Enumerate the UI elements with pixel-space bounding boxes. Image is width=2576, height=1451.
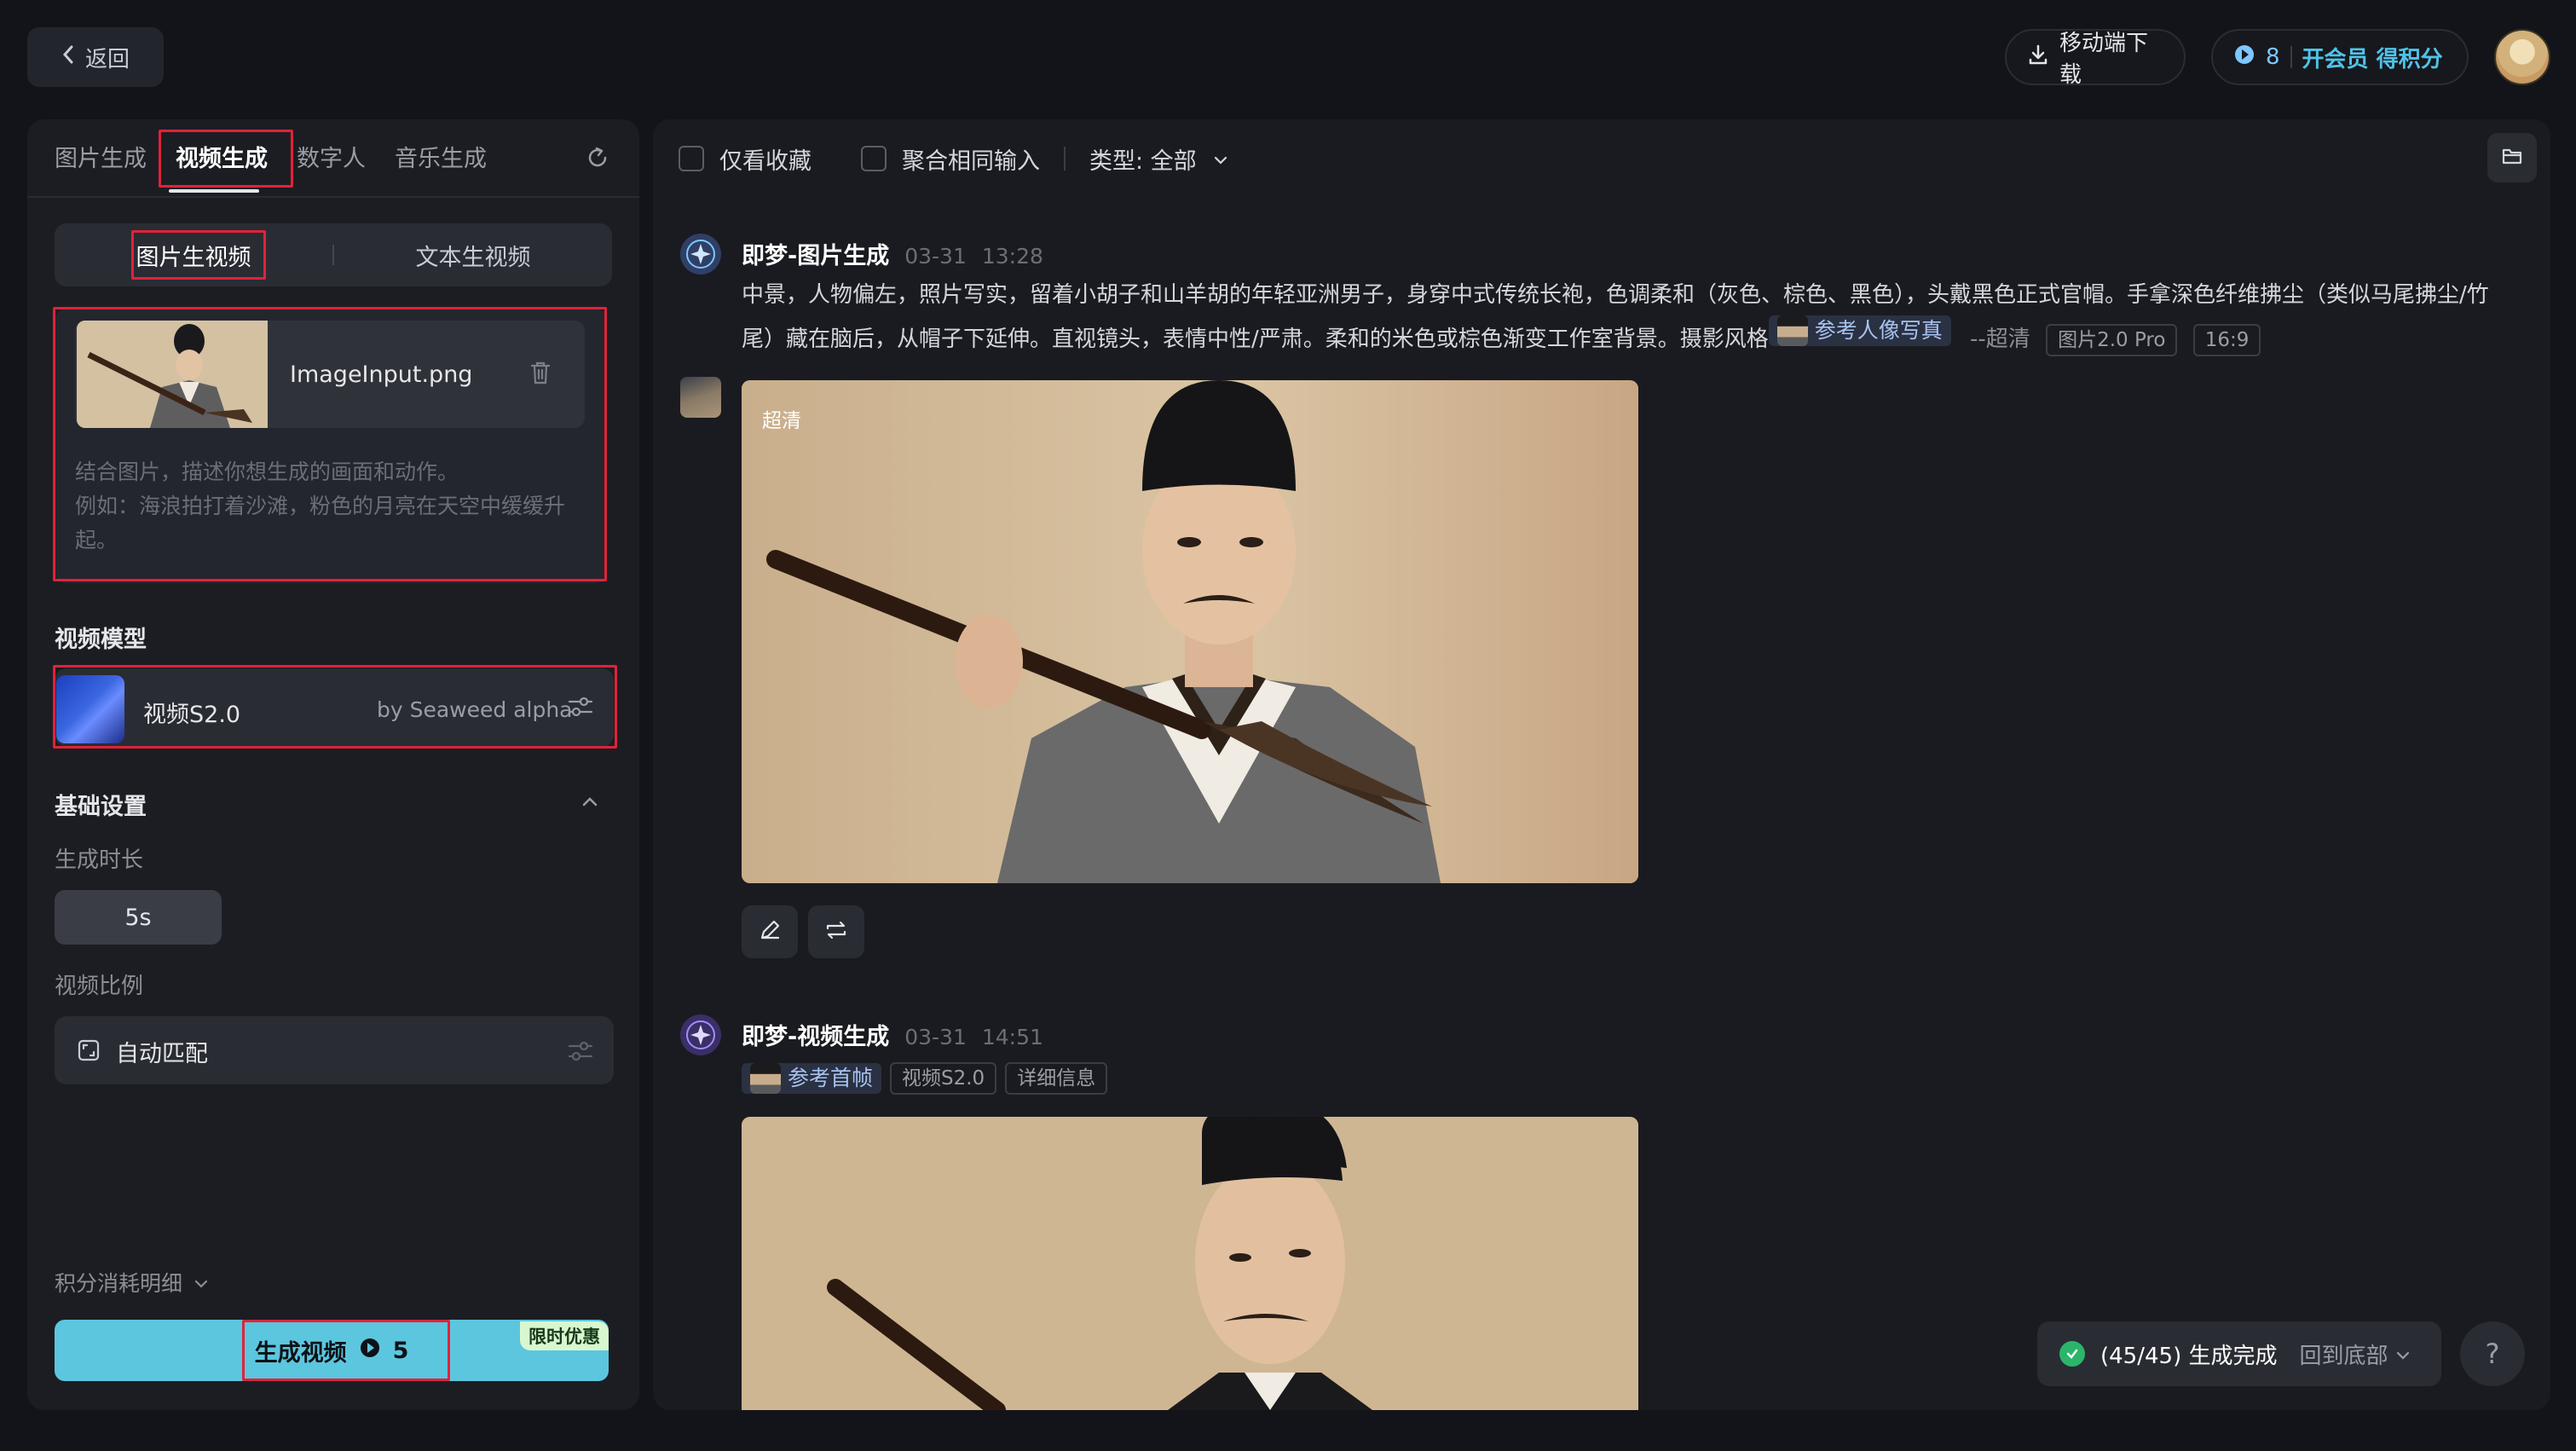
ratio-tag: 16:9	[2192, 324, 2261, 356]
generate-cost: 5	[392, 1337, 409, 1364]
generated-image[interactable]	[742, 380, 1638, 883]
mode-segmented-control: 图片生视频 文本生视频	[55, 223, 612, 286]
generation-status: (45/45) 生成完成	[2100, 1343, 2278, 1369]
filter-bar: 仅看收藏 聚合相同输入 类型: 全部	[679, 142, 1229, 176]
mobile-download-button[interactable]: 移动端下载	[2005, 29, 2186, 88]
edit-button[interactable]	[742, 905, 798, 958]
download-icon	[2027, 43, 2049, 72]
model-name: 视频S2.0	[143, 702, 241, 728]
uploaded-image-thumbnail[interactable]	[77, 321, 268, 428]
message-date: 03-31	[904, 244, 967, 269]
reference-chip-label: 参考人像写真	[1814, 318, 1943, 343]
trash-icon[interactable]	[528, 360, 552, 385]
message-title: 即梦-视频生成	[742, 1024, 890, 1050]
ratio-value: 自动匹配	[116, 1041, 208, 1067]
merge-same-input-label[interactable]: 聚合相同输入	[902, 142, 1040, 176]
uploaded-file-name: ImageInput.png	[290, 361, 473, 388]
quality-flag: --超清	[1970, 327, 2030, 352]
reference-thumbnail	[1776, 315, 1808, 346]
merge-same-input-checkbox[interactable]	[861, 146, 887, 171]
reference-portrait-chip[interactable]: 参考人像写真	[1768, 315, 1951, 346]
points-detail-label: 积分消耗明细	[55, 1271, 183, 1296]
tabs-divider	[27, 196, 639, 198]
points-icon	[2233, 43, 2255, 72]
tab-digital-human[interactable]: 数字人	[297, 140, 366, 177]
scroll-to-bottom-label: 回到底部	[2299, 1343, 2388, 1369]
chevron-down-icon	[193, 1270, 210, 1295]
avatar[interactable]	[2494, 29, 2550, 85]
points-icon	[359, 1337, 381, 1365]
message-header: 即梦-图片生成 03-31 13:28	[742, 237, 1043, 270]
prompt-hint-line1: 结合图片，描述你想生成的画面和动作。	[75, 460, 459, 484]
favorites-only-label[interactable]: 仅看收藏	[719, 142, 811, 176]
pill-divider	[2290, 46, 2292, 68]
chevron-left-icon	[61, 44, 75, 71]
check-circle-icon	[2059, 1341, 2085, 1367]
tab-music-generation[interactable]: 音乐生成	[395, 140, 487, 177]
image-quality-badge: 超清	[762, 410, 801, 432]
download-label: 移动端下载	[2059, 31, 2149, 88]
chevron-down-icon	[2395, 1341, 2411, 1367]
mode-image-to-video[interactable]: 图片生视频	[55, 239, 332, 272]
mode-text-to-video[interactable]: 文本生视频	[334, 239, 612, 272]
ratio-label: 视频比例	[55, 974, 144, 999]
prompt-text-block[interactable]: 中景，人物偏左，照片写实，留着小胡子和山羊胡的年轻亚洲男子，身穿中式传统长袍，色…	[742, 275, 2515, 360]
message-title: 即梦-图片生成	[742, 243, 890, 269]
dreamina-bot-icon	[680, 234, 721, 275]
scroll-to-bottom-link[interactable]: 回到底部	[2299, 1338, 2410, 1370]
prompt-input[interactable]: 结合图片，描述你想生成的画面和动作。 例如：海浪拍打着沙滩，粉色的月亮在天空中缓…	[75, 455, 586, 558]
favorites-only-checkbox[interactable]	[679, 146, 704, 171]
basic-settings-label: 基础设置	[55, 794, 147, 820]
back-label: 返回	[84, 46, 130, 72]
prompt-hint-line2: 例如：海浪拍打着沙滩，粉色的月亮在天空中缓缓升起。	[75, 494, 566, 552]
folder-button[interactable]	[2487, 133, 2537, 182]
generation-tabs: 图片生成 视频生成 数字人 音乐生成	[55, 140, 487, 177]
duration-option-5s[interactable]: 5s	[55, 890, 222, 945]
dreamina-bot-icon	[680, 1015, 721, 1055]
sliders-icon[interactable]	[566, 694, 595, 720]
points-detail-toggle[interactable]: 积分消耗明细	[55, 1267, 210, 1298]
filter-divider	[1064, 147, 1066, 171]
video-message-tags: 参考首帧 视频S2.0 详细信息	[742, 1062, 1108, 1095]
reference-first-frame-chip[interactable]: 参考首帧	[742, 1063, 882, 1094]
vip-points-pill[interactable]: 8 开会员 得积分	[2211, 29, 2469, 85]
message-time: 14:51	[981, 1025, 1043, 1049]
points-count: 8	[2266, 44, 2280, 70]
vip-label[interactable]: 开会员 得积分	[2302, 42, 2443, 73]
repeat-icon	[823, 918, 849, 945]
model-tag: 图片2.0 Pro	[2046, 324, 2178, 356]
tab-video-generation[interactable]: 视频生成	[176, 140, 268, 177]
chevron-down-icon[interactable]	[1212, 146, 1229, 172]
chevron-up-icon[interactable]	[580, 791, 600, 812]
reference-chip-label: 参考首帧	[788, 1066, 874, 1090]
message-header: 即梦-视频生成 03-31 14:51	[742, 1018, 1043, 1051]
model-tag: 视频S2.0	[890, 1062, 997, 1095]
regenerate-button[interactable]	[808, 905, 864, 958]
generate-label: 生成视频	[254, 1339, 347, 1367]
folder-icon	[2501, 146, 2523, 170]
active-tab-indicator	[169, 189, 259, 193]
video-model-section-label: 视频模型	[55, 627, 147, 653]
aspect-ratio-icon	[77, 1038, 101, 1062]
promo-badge: 限时优惠	[520, 1321, 609, 1350]
generation-status-toast: (45/45) 生成完成 回到底部	[2037, 1321, 2441, 1386]
generated-video-preview[interactable]	[742, 1117, 1638, 1410]
help-button[interactable]: ?	[2460, 1321, 2525, 1386]
duration-label: 生成时长	[55, 847, 144, 873]
model-provider: by Seaweed alpha	[377, 697, 573, 722]
type-filter-dropdown[interactable]: 类型: 全部	[1089, 142, 1197, 176]
pencil-icon	[758, 918, 782, 945]
sliders-icon[interactable]	[566, 1038, 595, 1064]
details-tag[interactable]: 详细信息	[1005, 1062, 1108, 1095]
model-thumbnail	[56, 675, 124, 743]
message-time: 13:28	[981, 244, 1043, 269]
user-reference-thumbnail	[680, 377, 721, 418]
refresh-icon[interactable]	[585, 145, 610, 171]
tab-image-generation[interactable]: 图片生成	[55, 140, 147, 177]
back-button[interactable]: 返回	[27, 27, 164, 87]
message-date: 03-31	[904, 1025, 967, 1049]
reference-thumbnail	[750, 1063, 781, 1094]
